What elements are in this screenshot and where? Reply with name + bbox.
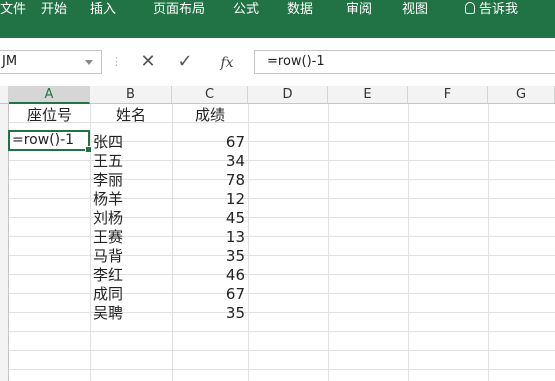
cell-name[interactable]: 张四 (93, 133, 123, 152)
formula-input[interactable]: =row()-1 (254, 50, 555, 74)
close-icon: ✕ (140, 51, 156, 72)
cancel-button[interactable]: ✕ (138, 50, 158, 74)
cell-score[interactable]: 35 (172, 247, 245, 266)
header-name[interactable]: 姓名 (90, 106, 172, 125)
grip-dots-icon: ⋮ (111, 55, 122, 68)
cell-score[interactable]: 78 (172, 171, 245, 190)
column-header-a[interactable]: A (9, 86, 90, 104)
cell-name[interactable]: 吴聘 (93, 304, 123, 323)
tab-review[interactable]: 审阅 (346, 0, 372, 20)
chevron-down-icon[interactable] (85, 60, 93, 65)
column-header-row: A B C D E F G (0, 86, 555, 104)
cell-score[interactable]: 12 (172, 190, 245, 209)
check-icon: ✓ (177, 51, 193, 72)
tab-home[interactable]: 开始 (41, 0, 67, 20)
lightbulb-icon (465, 2, 475, 14)
header-seat-number[interactable]: 座位号 (9, 106, 90, 125)
cell-name[interactable]: 成同 (93, 285, 123, 304)
spreadsheet-grid: A B C D E F G 座位号 姓名 成绩 =row()-1 张四 王五 李… (0, 86, 555, 381)
name-box-value: JM (2, 54, 18, 69)
tab-file[interactable]: 文件 (0, 0, 26, 20)
insert-function-button[interactable]: fx (215, 50, 239, 74)
tab-page-layout[interactable]: 页面布局 (153, 0, 205, 20)
column-header-c[interactable]: C (172, 86, 248, 103)
tell-me-label: 告诉我 (479, 2, 519, 17)
ribbon: 文件 开始 插入 页面布局 公式 数据 审阅 视图 告诉我 (0, 0, 555, 38)
cell-name[interactable]: 马背 (93, 247, 123, 266)
fill-handle[interactable] (85, 146, 92, 153)
cell-score[interactable]: 67 (172, 285, 245, 304)
cell-score[interactable]: 34 (172, 152, 245, 171)
cell-score[interactable]: 46 (172, 266, 245, 285)
enter-button[interactable]: ✓ (175, 50, 195, 74)
tab-insert[interactable]: 插入 (90, 0, 116, 20)
select-all-corner[interactable] (0, 86, 9, 103)
cell-name[interactable]: 杨羊 (93, 190, 123, 209)
name-box[interactable]: JM (0, 50, 102, 74)
active-cell-formula: =row()-1 (12, 132, 75, 148)
column-divider (408, 104, 409, 381)
tab-data[interactable]: 数据 (287, 0, 313, 20)
column-header-d[interactable]: D (248, 86, 328, 103)
function-icon: fx (220, 55, 234, 71)
cell-score[interactable]: 67 (172, 133, 245, 152)
cell-name[interactable]: 李红 (93, 266, 123, 285)
column-divider (488, 104, 489, 381)
formula-bar-area: JM ⋮ ✕ ✓ fx =row()-1 (0, 38, 555, 86)
column-header-f[interactable]: F (408, 86, 488, 103)
cell-score[interactable]: 13 (172, 228, 245, 247)
cell-name[interactable]: 王五 (93, 152, 123, 171)
cell-name[interactable]: 李丽 (93, 171, 123, 190)
cell-score[interactable]: 35 (172, 304, 245, 323)
active-cell-a2[interactable]: =row()-1 (8, 130, 92, 153)
column-header-e[interactable]: E (328, 86, 408, 103)
tell-me-search[interactable]: 告诉我 (465, 0, 518, 20)
cell-score[interactable]: 45 (172, 209, 245, 228)
column-divider (248, 104, 249, 381)
tab-formulas[interactable]: 公式 (233, 0, 259, 20)
header-score[interactable]: 成绩 (172, 106, 248, 125)
tab-view[interactable]: 视图 (402, 0, 428, 20)
cell-name[interactable]: 王赛 (93, 228, 123, 247)
column-header-g[interactable]: G (488, 86, 555, 103)
column-divider (328, 104, 329, 381)
cell-name[interactable]: 刘杨 (93, 209, 123, 228)
column-header-b[interactable]: B (90, 86, 172, 103)
